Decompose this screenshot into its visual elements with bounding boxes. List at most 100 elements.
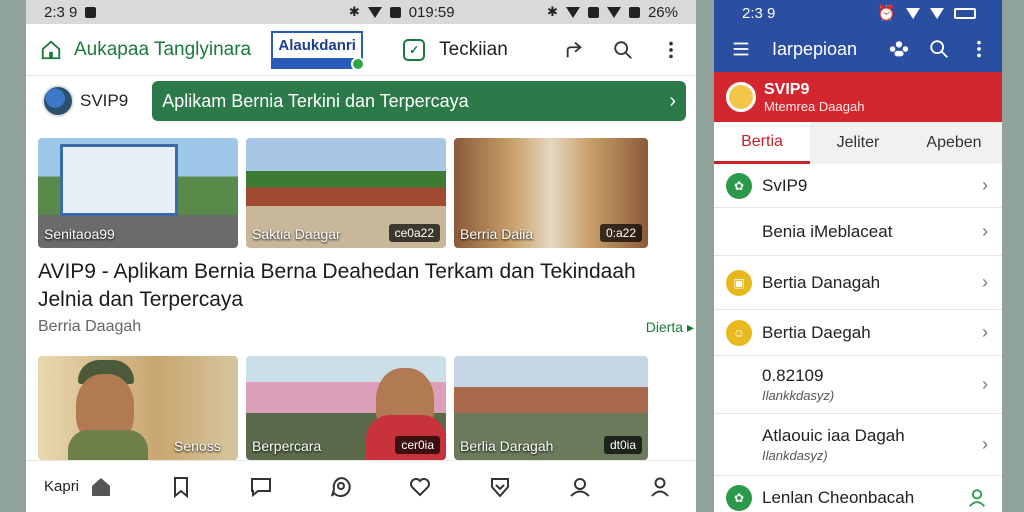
tab-bertia[interactable]: Bertia [714,122,810,164]
news-thumbnail[interactable]: Berria Daiia 0:a22 [454,138,648,248]
brand-logo[interactable]: Alaukdanri [271,30,366,71]
list-item[interactable]: Atlaouic iaa Dagah Ilankdasyz) › [714,414,1002,476]
list-item[interactable]: ✿ Lenlan Cheonbacah [714,476,1002,512]
app-bar: Iarpepioan [714,26,1002,72]
news-thumbnail[interactable]: Berlia Daragah dt0ia [454,356,648,460]
bookmark-icon[interactable] [169,475,193,499]
banner-text: Aplikam Bernia Terkini dan Terpercaya [162,90,469,111]
news-thumbnail[interactable]: Saktia Daagar ce0a22 [246,138,446,248]
heart-icon[interactable] [408,475,432,499]
search-bubble-icon[interactable] [329,475,353,499]
shield-icon[interactable] [488,475,512,499]
vibrate-icon [587,6,599,18]
left-phone: 2:3 9 ✱ 019:59 ✱ 26% Aukapaa Tanglyinara… [26,0,696,512]
search-icon[interactable] [612,39,634,61]
thumb-caption: Saktia Daagar [252,226,341,242]
person-icon[interactable] [966,487,988,509]
groups-icon[interactable] [888,38,910,60]
signal-icon [389,6,401,18]
bottom-navigation: Kapri [26,460,696,512]
right-phone: 2:3 9 ⏰ Iarpepioan SVIP9 Mtemrea Daagah … [714,0,1002,512]
item-title: Bertia Danagah [762,272,881,292]
share-icon[interactable] [564,39,586,61]
list-item[interactable]: 0.82109 Ilankkdasyz) › [714,356,1002,414]
tab-jeliter[interactable]: Jeliter [810,122,906,164]
chat-icon[interactable] [249,475,273,499]
news-thumbnail[interactable]: Senitaoa99 [38,138,238,248]
search-icon[interactable] [928,38,950,60]
thumb-badge: dt0ia [603,436,642,454]
channel-subtitle: Mtemrea Daagah [764,98,865,114]
chevron-right-icon: › [982,434,988,454]
item-title: 0.82109 [762,366,824,385]
article-meta: Berria Daagah Dierta ▸ [38,318,694,336]
status-bar: 2:3 9 ⏰ [714,0,1002,26]
item-title: Atlaouic iaa Dagah [762,426,905,445]
item-title: SvIP9 [762,175,808,195]
app-title: Iarpepioan [772,38,858,59]
item-subtitle: Ilankdasyz) [762,448,828,463]
top-app-bar: Aukapaa Tanglyinara Alaukdanri ✓ Teckiia… [26,24,696,76]
battery-percent: 26% [647,3,678,21]
chevron-right-icon: › [982,322,988,342]
channel-bar: SVIP9 Aplikam Bernia Terkini dan Terperc… [26,76,696,126]
list-item[interactable]: Benia iMeblaceat › [714,208,1002,256]
signal-icon [930,7,944,19]
tab-bar: Bertia Jeliter Apeben [714,122,1002,164]
avatar[interactable] [42,85,74,117]
news-thumbnail[interactable]: Senoss [38,356,238,460]
tab-apeben[interactable]: Apeben [906,122,1002,164]
signal-icon [606,6,621,18]
channel-logo [726,82,756,112]
group-icon[interactable] [568,475,592,499]
more-link[interactable]: Dierta ▸ [646,319,694,336]
thumb-caption: Berria Daiia [460,226,534,242]
verified-icon [351,56,366,71]
article-source[interactable]: Berria Daagah [38,318,141,336]
thumb-badge: cer0ia [395,436,440,454]
wifi-icon [565,6,580,18]
notification-icon [85,6,97,18]
home-icon[interactable] [40,39,62,61]
list-item[interactable]: ☺ Bertia Daegah › [714,310,1002,356]
promo-banner[interactable]: Aplikam Bernia Terkini dan Terpercaya › [152,81,686,121]
bluetooth-icon: ✱ [547,4,558,19]
thumb-caption: Berpercara [252,438,322,454]
channel-name: SVIP9 [764,80,810,98]
thumb-badge: 0:a22 [599,224,642,242]
thumb-caption: Berlia Daragah [460,438,554,454]
item-title: Bertia Daegah [762,322,871,342]
thumb-caption: Senoss [174,438,221,454]
news-grid-row: Senoss Berpercara cer0ia Berlia Daragah … [38,356,648,460]
nav-label[interactable]: Kapri [44,478,79,495]
channel-header[interactable]: SVIP9 Mtemrea Daagah [714,72,1002,122]
chevron-right-icon: › [982,175,988,195]
status-bar: 2:3 9 ✱ 019:59 ✱ 26% [26,0,696,24]
more-vert-icon[interactable] [660,39,682,61]
menu-icon[interactable] [730,38,752,60]
lock-icon: ▣ [726,269,752,296]
chevron-right-icon: › [982,272,988,292]
bluetooth-icon: ✱ [348,4,360,19]
list-item[interactable]: ▣ Bertia Danagah › [714,256,1002,310]
battery-icon [954,7,976,19]
list-item[interactable]: ✿ SvIP9 › [714,164,1002,208]
status-time: 2:3 9 [742,4,776,22]
wifi-icon [906,7,920,19]
home-icon[interactable] [89,475,113,499]
profile-icon[interactable] [648,475,672,499]
item-title: Benia iMeblaceat [762,221,893,241]
article-headline[interactable]: AVIP9 - Aplikam Bernia Berna Deahedan Te… [38,258,678,314]
check-icon[interactable]: ✓ [403,38,426,61]
chevron-right-icon: › [982,221,988,241]
item-subtitle: Ilankkdasyz) [762,388,835,403]
leaf-icon: ✿ [726,485,752,511]
chevron-right-icon: › [669,89,676,112]
brand-label: Alaukdanri [278,36,356,54]
news-thumbnail[interactable]: Berpercara cer0ia [246,356,446,460]
item-title: Lenlan Cheonbacah [762,488,915,507]
thumb-caption: Senitaoa99 [44,226,115,242]
more-vert-icon[interactable] [968,38,990,60]
tek-label[interactable]: Teckiian [439,39,508,61]
channel-name[interactable]: SVIP9 [80,91,128,111]
